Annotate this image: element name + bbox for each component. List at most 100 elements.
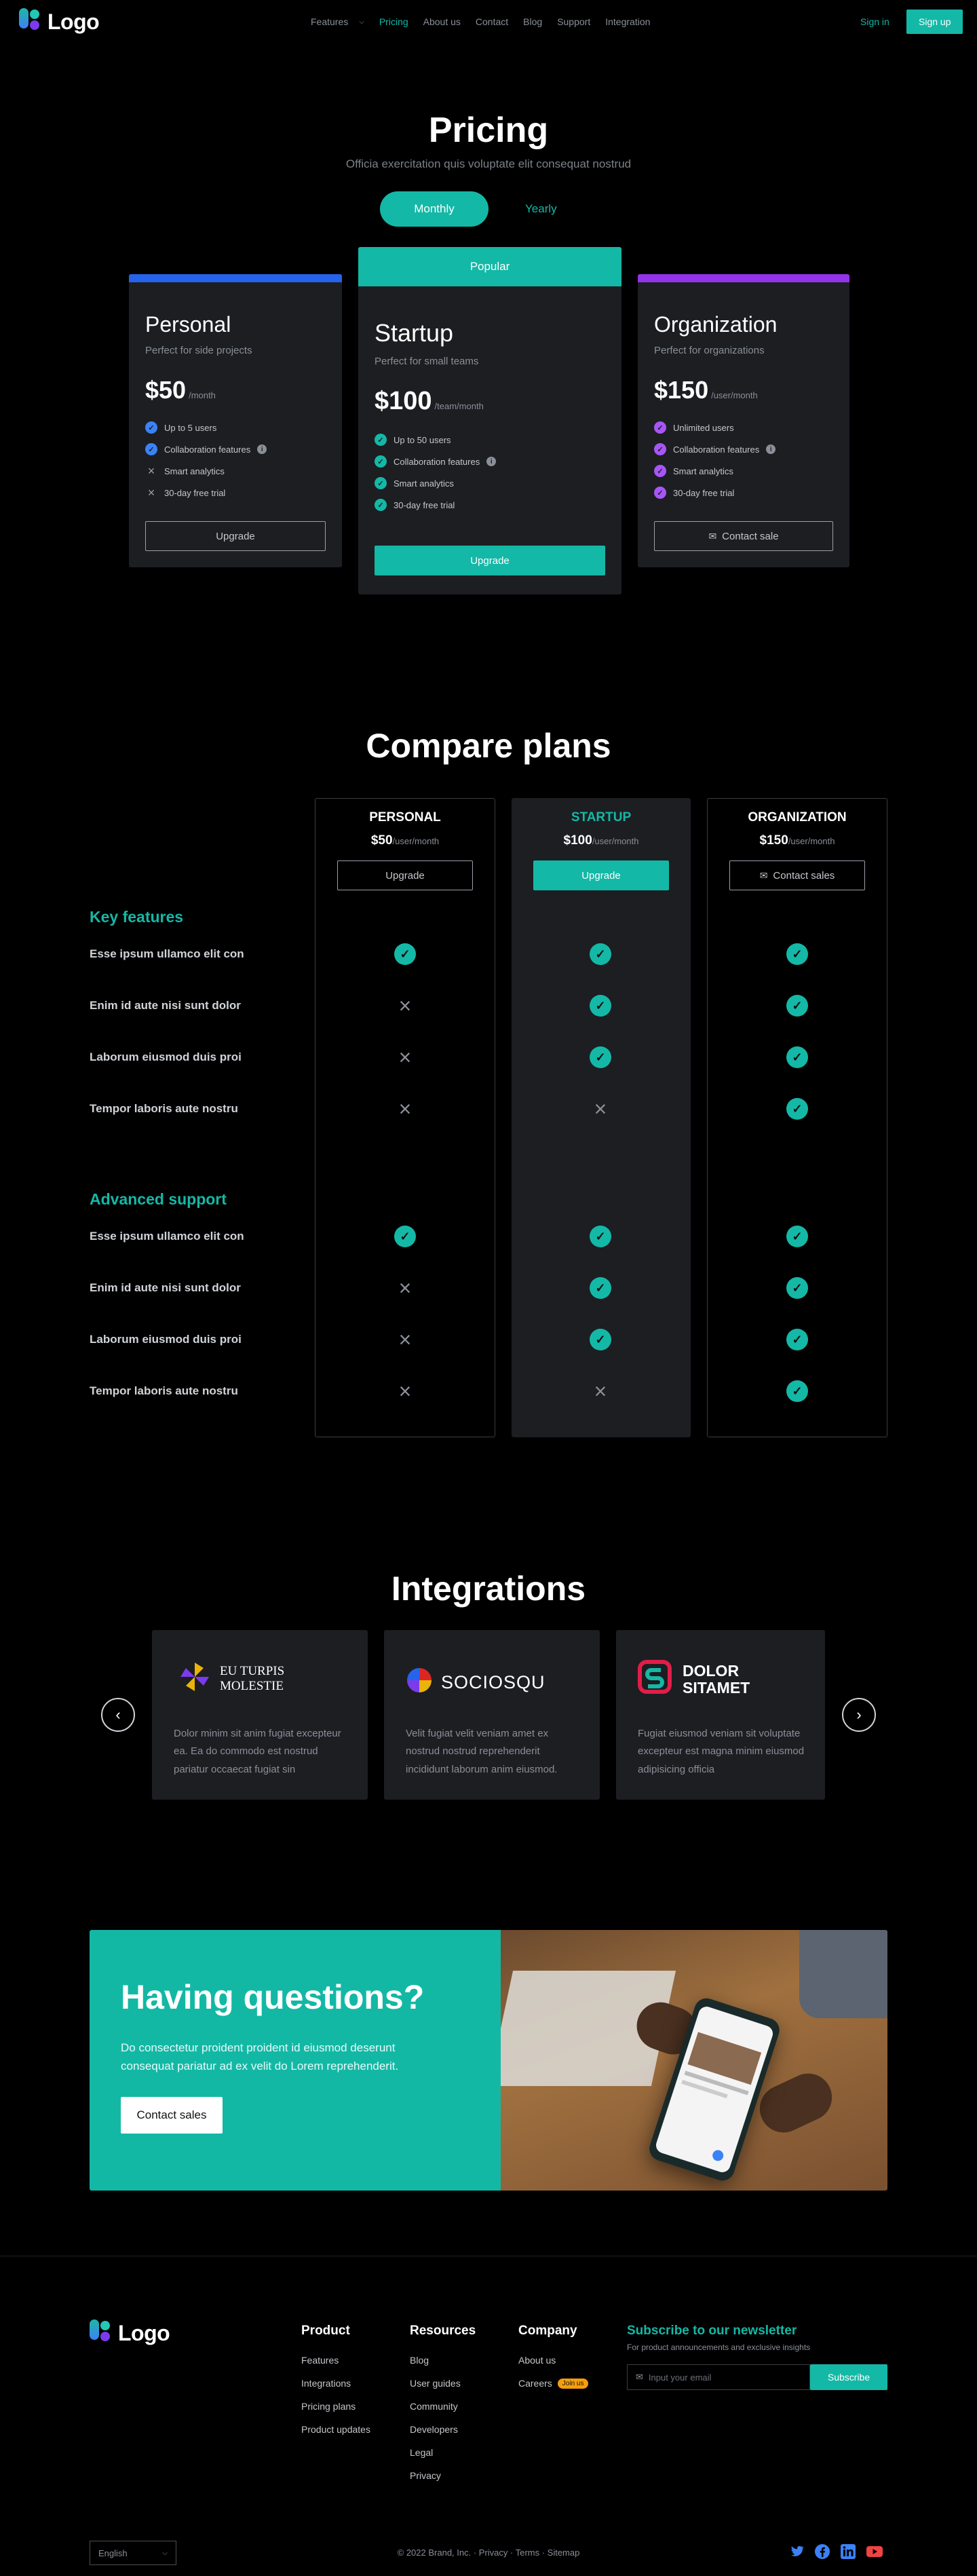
upgrade-button[interactable]: Upgrade: [375, 546, 605, 575]
nav-link-features[interactable]: Features: [311, 16, 348, 27]
check-icon: ✓: [786, 1277, 808, 1299]
plan-name: Startup: [375, 319, 454, 347]
button-label: Contact sale: [722, 530, 779, 542]
linkedin-icon[interactable]: [840, 2543, 856, 2563]
carousel-prev-button[interactable]: ‹: [101, 1698, 135, 1732]
check-icon: ✓: [654, 487, 666, 499]
upgrade-button[interactable]: Upgrade: [337, 860, 473, 890]
x-icon: ×: [398, 1097, 412, 1121]
facebook-icon[interactable]: [814, 2543, 830, 2563]
footer-link[interactable]: Careers: [518, 2378, 552, 2389]
plan-features: ✓ Up to 50 users ✓ Collaboration features i…: [375, 429, 497, 516]
subscribe-button[interactable]: Subscribe: [810, 2364, 887, 2390]
integration-name: SOCIOSQU: [441, 1672, 545, 1692]
plan-price: $50 /month: [145, 376, 216, 404]
integration-card[interactable]: SOCIOSQU Velit fugiat velit veniam amet …: [384, 1630, 600, 1800]
column-price: $150/user/month: [707, 833, 887, 848]
check-icon: ✓: [375, 455, 387, 468]
integration-description: Velit fugiat velit veniam amet ex nostru…: [406, 1728, 558, 1775]
carousel-next-button[interactable]: ›: [842, 1698, 876, 1732]
check-icon: ✓: [590, 995, 611, 1017]
footer-column-product: Product Features Integrations Pricing pl…: [301, 2324, 370, 2435]
footer-logo[interactable]: Logo: [90, 2319, 170, 2347]
mail-icon: ✉: [759, 869, 768, 881]
contact-sales-button[interactable]: Contact sales: [121, 2097, 223, 2134]
youtube-icon[interactable]: [866, 2543, 883, 2563]
check-icon: ✓: [590, 1226, 611, 1247]
x-icon: ×: [398, 993, 412, 1018]
footer-heading: Resources: [410, 2324, 476, 2338]
check-icon: ✓: [590, 1329, 611, 1350]
check-icon: ✓: [654, 421, 666, 434]
feature-item: ✓ Smart analytics: [375, 472, 496, 494]
row-label: Enim id aute nisi sunt dolor: [90, 999, 241, 1012]
check-icon: ✓: [786, 1098, 808, 1120]
footer-link[interactable]: Pricing plans: [301, 2401, 370, 2412]
feature-item: × Smart analytics: [145, 460, 267, 482]
row-label: Laborum eiusmod duis proi: [90, 1050, 242, 1063]
footer-link[interactable]: Privacy: [410, 2470, 476, 2481]
nav-link-pricing[interactable]: Pricing: [379, 16, 408, 27]
footer-column-company: Company About us Careers Join us: [518, 2324, 589, 2389]
integration-card[interactable]: EU TURPIS MOLESTIE Dolor minim sit anim …: [152, 1630, 368, 1800]
info-icon[interactable]: i: [766, 444, 776, 454]
nav-link-integration[interactable]: Integration: [605, 16, 650, 27]
footer-link[interactable]: Product updates: [301, 2424, 370, 2435]
check-icon: ✓: [375, 477, 387, 489]
footer-link[interactable]: Community: [410, 2401, 476, 2412]
row-label: Esse ipsum ullamco elit con: [90, 947, 244, 960]
column-title: STARTUP: [571, 810, 632, 825]
x-icon: ×: [594, 1379, 607, 1403]
plan-price: $150 /user/month: [654, 376, 758, 404]
nav-link-support[interactable]: Support: [557, 16, 590, 27]
upgrade-button[interactable]: Upgrade: [145, 521, 326, 551]
footer-link[interactable]: About us: [518, 2355, 588, 2366]
footer-column-resources: Resources Blog User guides Community Dev…: [410, 2324, 476, 2481]
email-field[interactable]: ✉ Input your email: [627, 2364, 810, 2390]
nav-link-blog[interactable]: Blog: [523, 16, 542, 27]
integration-name: EU TURPIS MOLESTIE: [220, 1664, 284, 1694]
nav-link-about[interactable]: About us: [423, 16, 461, 27]
x-icon: ×: [398, 1045, 412, 1069]
info-icon[interactable]: i: [486, 457, 497, 466]
feature-label: Collaboration features: [164, 444, 251, 455]
twitter-icon[interactable]: [788, 2543, 805, 2563]
check-icon: ✓: [145, 443, 157, 455]
footer-link[interactable]: Developers: [410, 2424, 476, 2435]
x-icon: ×: [398, 1276, 412, 1300]
x-icon: ×: [147, 485, 155, 499]
footer-link[interactable]: Legal: [410, 2447, 476, 2458]
nav-link-contact[interactable]: Contact: [476, 16, 508, 27]
integration-card[interactable]: DOLOR SITAMET Fugiat eiusmod veniam sit …: [616, 1630, 825, 1800]
footer-link[interactable]: Integrations: [301, 2378, 370, 2389]
chevron-down-icon[interactable]: ⌵: [359, 18, 364, 26]
contact-sales-button[interactable]: ✉ Contact sales: [729, 860, 865, 890]
upgrade-button[interactable]: Upgrade: [533, 860, 669, 890]
pinwheel-logo-icon: [179, 1661, 210, 1696]
check-icon: ✓: [786, 1329, 808, 1350]
sign-in-link[interactable]: Sign in: [860, 16, 889, 27]
cta-panel: Having questions? Do consectetur proiden…: [90, 1930, 501, 2191]
social-links: [788, 2543, 883, 2563]
integration-name-line: SITAMET: [683, 1679, 750, 1697]
plan-card-personal: Personal Perfect for side projects $50 /…: [129, 274, 342, 567]
toggle-yearly[interactable]: Yearly: [525, 202, 557, 216]
toggle-monthly[interactable]: Monthly: [380, 191, 488, 227]
quadrant-logo-icon: [404, 1665, 434, 1699]
plan-accent-bar: [638, 274, 849, 282]
sign-up-button[interactable]: Sign up: [906, 10, 963, 34]
check-icon: ✓: [654, 465, 666, 477]
nav-logo[interactable]: Logo: [19, 8, 100, 35]
footer-link[interactable]: User guides: [410, 2378, 476, 2389]
logo-text: Logo: [47, 9, 100, 34]
check-icon: ✓: [590, 943, 611, 965]
logo-mark-icon: [19, 8, 42, 35]
feature-label: Smart analytics: [673, 466, 733, 476]
contact-sale-button[interactable]: ✉ Contact sale: [654, 521, 833, 551]
section-title-advanced-support: Advanced support: [90, 1190, 227, 1208]
footer-link[interactable]: Features: [301, 2355, 370, 2366]
info-icon[interactable]: i: [257, 444, 267, 454]
laptop-corner-image: [799, 1930, 887, 2018]
plan-price-amount: $50: [145, 376, 187, 404]
footer-link[interactable]: Blog: [410, 2355, 476, 2366]
